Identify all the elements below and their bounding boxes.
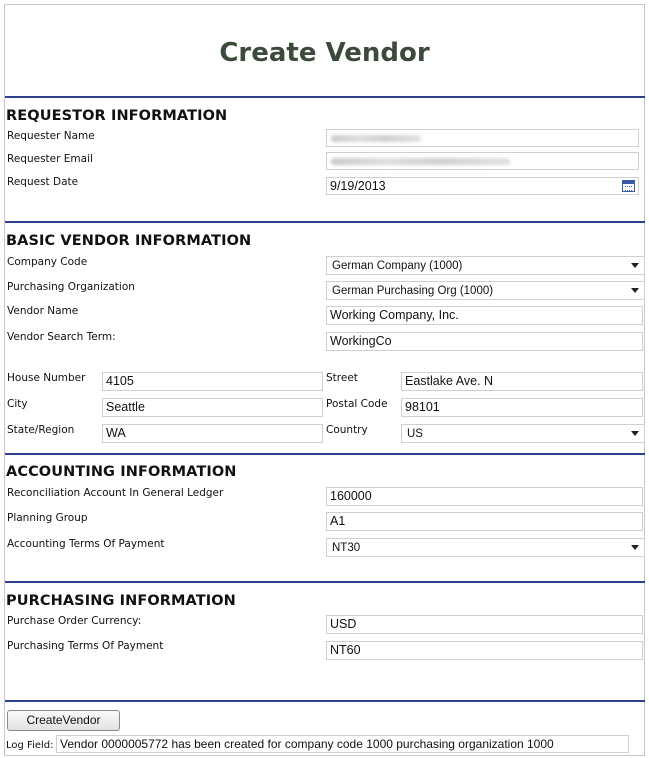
purchasing-org-value: German Purchasing Org (1000) [332, 285, 494, 297]
purchasing-org-select[interactable]: German Purchasing Org (1000) [326, 281, 645, 300]
street-label: Street [326, 372, 358, 384]
section-heading-basic-vendor: BASIC VENDOR INFORMATION [6, 233, 252, 249]
planning-group-label: Planning Group [7, 512, 88, 524]
create-vendor-button[interactable]: CreateVendor [7, 710, 120, 731]
requester-email-field[interactable] [326, 152, 639, 170]
chevron-down-icon [631, 288, 639, 293]
company-code-value: German Company (1000) [332, 260, 463, 272]
state-region-label: State/Region [7, 424, 75, 436]
request-date-field[interactable]: 9/19/2013 [326, 177, 639, 195]
section-divider [5, 96, 645, 98]
section-heading-purchasing: PURCHASING INFORMATION [6, 593, 236, 609]
purchasing-terms-field[interactable]: NT60 [326, 641, 643, 660]
city-label: City [7, 398, 28, 410]
planning-group-field[interactable]: A1 [326, 512, 643, 531]
vendor-name-field[interactable]: Working Company, Inc. [326, 306, 643, 325]
po-currency-label: Purchase Order Currency: [7, 615, 142, 627]
redacted-value [331, 135, 421, 142]
reconciliation-account-field[interactable]: 160000 [326, 487, 643, 506]
accounting-terms-select[interactable]: NT30 [326, 538, 645, 557]
chevron-down-icon [631, 263, 639, 268]
section-divider [5, 581, 645, 583]
log-field[interactable]: Vendor 0000005772 has been created for c… [56, 735, 629, 753]
house-number-label: House Number [7, 372, 86, 384]
redacted-value [331, 158, 511, 165]
company-code-label: Company Code [7, 256, 88, 268]
reconciliation-account-label: Reconciliation Account In General Ledger [7, 487, 224, 499]
page-title: Create Vendor [219, 38, 430, 68]
section-heading-accounting: ACCOUNTING INFORMATION [6, 464, 237, 480]
purchasing-terms-label: Purchasing Terms Of Payment [7, 640, 164, 652]
chevron-down-icon [631, 545, 639, 550]
requester-name-label: Requester Name [7, 130, 95, 142]
house-number-field[interactable]: 4105 [102, 372, 323, 391]
log-field-label: Log Field: [6, 740, 54, 751]
section-heading-requestor: REQUESTOR INFORMATION [6, 108, 228, 124]
po-currency-field[interactable]: USD [326, 615, 643, 634]
vendor-search-term-field[interactable]: WorkingCo [326, 332, 643, 351]
state-region-field[interactable]: WA [102, 424, 323, 443]
vendor-search-term-label: Vendor Search Term: [7, 331, 116, 343]
accounting-terms-label: Accounting Terms Of Payment [7, 538, 165, 550]
chevron-down-icon [631, 431, 639, 436]
accounting-terms-value: NT30 [332, 542, 361, 554]
request-date-label: Request Date [7, 176, 79, 188]
country-value: US [407, 428, 423, 440]
requester-email-label: Requester Email [7, 153, 93, 165]
city-field[interactable]: Seattle [102, 398, 323, 417]
requester-name-field[interactable] [326, 129, 639, 147]
postal-code-field[interactable]: 98101 [401, 398, 643, 417]
street-field[interactable]: Eastlake Ave. N [401, 372, 643, 391]
vendor-name-label: Vendor Name [7, 305, 79, 317]
section-divider [5, 221, 645, 223]
postal-code-label: Postal Code [326, 398, 388, 410]
section-divider [5, 453, 645, 455]
purchasing-org-label: Purchasing Organization [7, 281, 135, 293]
country-label: Country [326, 424, 368, 436]
request-date-value: 9/19/2013 [330, 179, 386, 193]
country-select[interactable]: US [401, 424, 645, 443]
section-divider [5, 700, 645, 702]
company-code-select[interactable]: German Company (1000) [326, 256, 645, 275]
calendar-icon[interactable] [622, 180, 635, 192]
